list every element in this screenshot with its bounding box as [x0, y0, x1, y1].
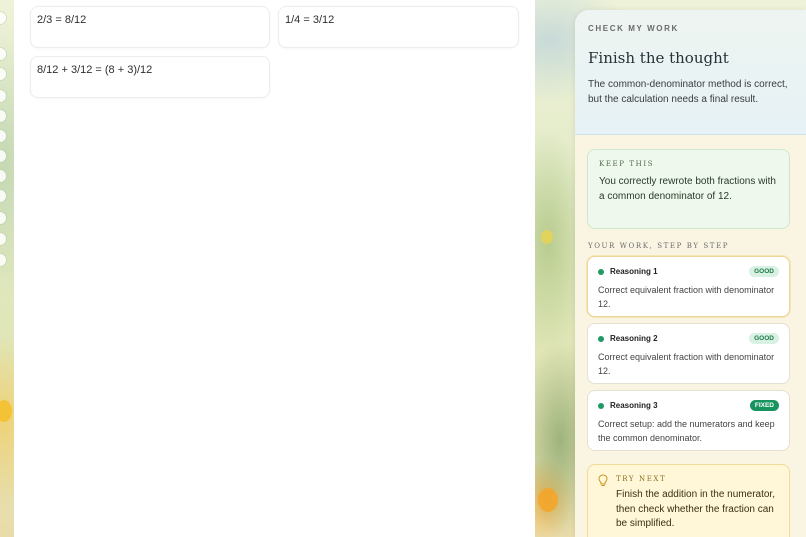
step-text: Correct setup: add the numerators and ke… [598, 419, 775, 443]
status-dot-icon [598, 335, 604, 342]
work-card-text: 1/4 = 3/12 [285, 14, 335, 26]
workspace-canvas[interactable]: 2/3 = 8/12 1/4 = 3/12 8/12 + 3/12 = (8 +… [14, 0, 535, 537]
steps-label: YOUR WORK, STEP BY STEP [588, 242, 730, 250]
step-title: Reasoning 3 [610, 401, 658, 410]
status-badge: GOOD [749, 333, 779, 344]
step-title: Reasoning 2 [610, 334, 658, 343]
status-badge: FIXED [749, 400, 779, 411]
decorative-flower [541, 230, 553, 244]
step-card[interactable]: Reasoning 3 FIXED Correct setup: add the… [587, 390, 790, 451]
keep-this-text: You correctly rewrote both fractions wit… [599, 176, 776, 202]
work-card-text: 2/3 = 8/12 [37, 14, 87, 26]
keep-this-label: KEEP THIS [599, 160, 655, 168]
lightbulb-icon [598, 474, 608, 532]
step-card[interactable]: Reasoning 2 GOOD Correct equivalent frac… [587, 323, 790, 384]
panel-eyebrow: CHECK MY WORK [588, 24, 679, 33]
step-text: Correct equivalent fraction with denomin… [598, 285, 775, 309]
panel-title: Finish the thought [588, 49, 729, 67]
try-next-text: Finish the addition in the numerator, th… [616, 489, 775, 529]
try-next-label: TRY NEXT [616, 475, 667, 483]
keep-this-card: KEEP THIS You correctly rewrote both fra… [587, 149, 790, 229]
feedback-panel: CHECK MY WORK Finish the thought The com… [575, 10, 806, 537]
panel-header: CHECK MY WORK Finish the thought The com… [575, 10, 806, 135]
status-dot-icon [598, 402, 604, 409]
status-badge: GOOD [749, 266, 779, 277]
decorative-flower [538, 488, 558, 512]
step-card[interactable]: Reasoning 1 GOOD Correct equivalent frac… [587, 256, 790, 317]
step-text: Correct equivalent fraction with denomin… [598, 352, 775, 376]
work-card[interactable]: 2/3 = 8/12 [30, 6, 270, 48]
status-dot-icon [598, 268, 604, 275]
panel-subtitle: The common-denominator method is correct… [588, 79, 788, 105]
work-card[interactable]: 8/12 + 3/12 = (8 + 3)/12 [30, 56, 270, 98]
try-next-card: TRY NEXT Finish the addition in the nume… [587, 464, 790, 537]
work-card[interactable]: 1/4 = 3/12 [278, 6, 519, 48]
step-title: Reasoning 1 [610, 267, 658, 276]
work-card-text: 8/12 + 3/12 = (8 + 3)/12 [37, 64, 153, 76]
